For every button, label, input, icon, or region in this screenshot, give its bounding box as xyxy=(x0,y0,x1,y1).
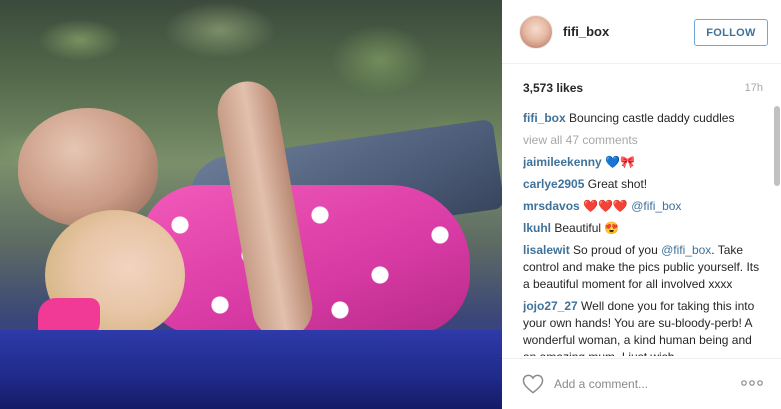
comment-bar xyxy=(502,358,781,409)
comment-text: 💙🎀 xyxy=(605,155,635,169)
caption: fifi_box Bouncing castle daddy cuddles xyxy=(523,110,763,127)
follow-button[interactable]: FOLLOW xyxy=(694,19,768,46)
post-sidebar: fifi_box FOLLOW 3,573 likes 17h fifi_box… xyxy=(502,0,781,409)
header-username[interactable]: fifi_box xyxy=(563,24,609,39)
comment-text: So proud of you xyxy=(573,243,662,257)
comment-mention[interactable]: @fifi_box xyxy=(661,243,711,257)
likes-row: 3,573 likes 17h xyxy=(523,78,763,98)
comment-username[interactable]: fifi_box xyxy=(523,111,566,125)
comment-username[interactable]: jojo27_27 xyxy=(523,299,578,313)
post-photo[interactable] xyxy=(0,0,502,409)
photo-bouncy-floor xyxy=(0,330,502,409)
scrollbar-thumb[interactable] xyxy=(774,106,780,186)
comment-text: Beautiful 😍 xyxy=(554,221,620,235)
comment-username[interactable]: jaimileekenny xyxy=(523,155,602,169)
more-options-icon[interactable] xyxy=(740,377,764,389)
heart-icon[interactable] xyxy=(522,374,544,394)
add-comment-input[interactable] xyxy=(554,374,724,394)
list-item: jaimileekenny 💙🎀 xyxy=(523,154,763,171)
list-item: carlye2905 Great shot! xyxy=(523,176,763,193)
comment-username[interactable]: mrsdavos xyxy=(523,199,580,213)
photo-man-head xyxy=(18,108,158,226)
comment-username[interactable]: carlye2905 xyxy=(523,177,584,191)
comments-list: fifi_box Bouncing castle daddy cuddles v… xyxy=(523,110,763,356)
comment-text: Bouncing castle daddy cuddles xyxy=(569,111,735,125)
post-age[interactable]: 17h xyxy=(745,82,763,94)
avatar[interactable] xyxy=(519,15,553,49)
comments-scrollbar[interactable] xyxy=(774,106,780,356)
view-all-comments-link[interactable]: view all 47 comments xyxy=(523,132,763,149)
comment-username[interactable]: lisalewit xyxy=(523,243,570,257)
list-item: jojo27_27 Well done you for taking this … xyxy=(523,298,763,356)
list-item: lisalewit So proud of you @fifi_box. Tak… xyxy=(523,242,763,293)
comment-text: ❤️❤️❤️ xyxy=(583,199,628,213)
post-header: fifi_box FOLLOW xyxy=(502,0,781,64)
list-item: lkuhl Beautiful 😍 xyxy=(523,220,763,237)
comment-text: Great shot! xyxy=(587,177,648,191)
comment-username[interactable]: lkuhl xyxy=(523,221,551,235)
likes-count[interactable]: 3,573 likes xyxy=(523,81,583,95)
comment-mention[interactable]: @fifi_box xyxy=(631,199,681,213)
list-item: mrsdavos ❤️❤️❤️ @fifi_box xyxy=(523,198,763,215)
